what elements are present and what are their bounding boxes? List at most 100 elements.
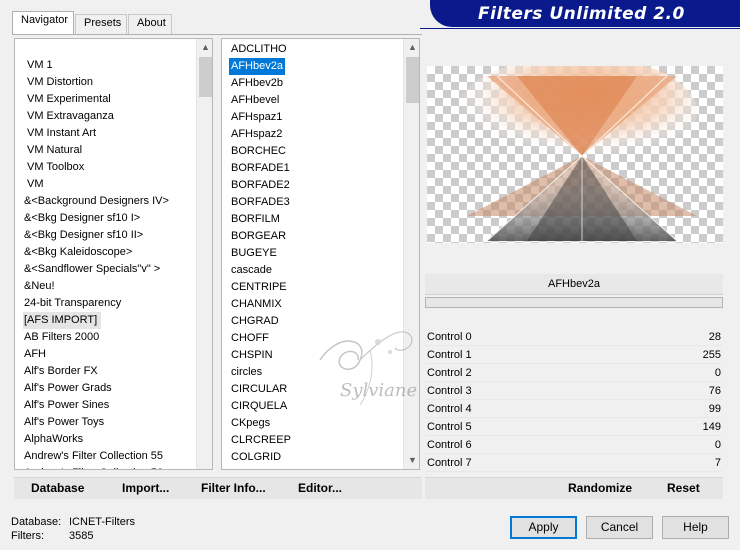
filter-item[interactable]: BORCHEC — [229, 143, 295, 160]
help-button[interactable]: Help — [662, 516, 729, 539]
filter-item[interactable]: BORGEAR — [229, 228, 295, 245]
control-value: 0 — [714, 439, 721, 451]
category-item[interactable]: VM — [23, 176, 169, 193]
app-title: Filters Unlimited 2.0 — [478, 4, 685, 24]
category-item[interactable]: VM Experimental — [23, 91, 169, 108]
control-value: 99 — [708, 403, 721, 415]
category-item[interactable]: &<Bkg Kaleidoscope> — [23, 244, 169, 261]
category-item[interactable]: VM Natural — [23, 142, 169, 159]
filter-item[interactable]: AFHspaz1 — [229, 109, 295, 126]
control-row[interactable]: Control 6 0 — [425, 436, 723, 454]
tab-label: About — [137, 17, 166, 29]
tab-about[interactable]: About — [128, 14, 172, 34]
watermark: Sylviane — [300, 320, 440, 420]
category-item[interactable]: &Neu! — [23, 278, 169, 295]
control-row[interactable]: Control 20 — [425, 364, 723, 382]
filter-item[interactable]: COLGRADS — [229, 466, 295, 469]
category-item[interactable]: VM 1 — [23, 57, 169, 74]
control-row[interactable]: Control 5 149 — [425, 418, 723, 436]
filter-item[interactable]: CHANMIX — [229, 296, 295, 313]
filter-item[interactable]: circles — [229, 364, 295, 381]
filter-item[interactable]: COLGRID — [229, 449, 295, 466]
control-row[interactable]: Control 7 7 — [425, 454, 723, 472]
scroll-thumb[interactable] — [199, 57, 212, 97]
control-label: Control 7 — [427, 457, 472, 469]
category-item[interactable]: VM Extravaganza — [23, 108, 169, 125]
control-value: 149 — [702, 421, 721, 433]
filter-item[interactable]: AFHbevel — [229, 92, 295, 109]
filter-item[interactable]: AFHbev2a — [229, 58, 285, 75]
tab-label: Presets — [84, 17, 122, 29]
category-item[interactable]: &<Bkg Designer sf10 II> — [23, 227, 169, 244]
cancel-button[interactable]: Cancel — [586, 516, 653, 539]
category-item[interactable]: AlphaWorks — [23, 431, 169, 448]
filter-item[interactable]: BORFILM — [229, 211, 295, 228]
filter-name-header: AFHbev2a — [425, 274, 723, 295]
filter-item[interactable]: CHOFF — [229, 330, 295, 347]
category-item[interactable]: &<Sandflower Specials"v" > — [23, 261, 169, 278]
control-row[interactable]: Control 4 99 — [425, 400, 723, 418]
watermark-flourish-icon — [319, 331, 413, 406]
category-item[interactable]: 24-bit Transparency — [23, 295, 169, 312]
banner-line — [420, 28, 740, 29]
filter-item[interactable]: cascade — [229, 262, 295, 279]
category-item[interactable]: AFH — [23, 346, 169, 363]
category-scrollbar[interactable]: ▲ — [196, 39, 212, 469]
filter-item[interactable]: CENTRIPE — [229, 279, 295, 296]
apply-button[interactable]: Apply — [510, 516, 577, 539]
preview-image — [427, 66, 723, 243]
tab-navigator[interactable]: Navigator — [12, 11, 74, 35]
filter-item[interactable]: CIRCULAR — [229, 381, 295, 398]
category-item[interactable]: Andrew's Filter Collection 55 — [23, 448, 169, 465]
category-item[interactable]: Alf's Power Grads — [23, 380, 169, 397]
randomize-button[interactable]: Randomize — [568, 481, 632, 495]
filter-item[interactable]: CHSPIN — [229, 347, 295, 364]
control-label: Control 6 — [427, 439, 472, 451]
control-row[interactable]: Control 3 76 — [425, 382, 723, 400]
reset-button[interactable]: Reset — [667, 481, 700, 495]
filters-count-label: Filters: — [11, 530, 44, 542]
category-item[interactable]: &<Background Designers IV> — [23, 193, 169, 210]
watermark-text: Sylviane — [340, 380, 418, 401]
import-button[interactable]: Import... — [122, 481, 169, 495]
filter-item[interactable]: BUGEYE — [229, 245, 295, 262]
filter-item[interactable]: AFHbev2b — [229, 75, 295, 92]
control-value: 76 — [708, 385, 721, 397]
editor-button[interactable]: Editor... — [298, 481, 342, 495]
filter-item[interactable]: BORFADE3 — [229, 194, 295, 211]
filter-item[interactable]: CLRCREEP — [229, 432, 295, 449]
category-item[interactable]: VM Distortion — [23, 74, 169, 91]
control-row[interactable]: Control 0 28 — [425, 328, 723, 346]
category-item[interactable]: Alf's Power Sines — [23, 397, 169, 414]
filter-item[interactable]: ADCLITHO — [229, 41, 295, 58]
scroll-down-icon[interactable]: ▼ — [404, 452, 419, 469]
filter-item[interactable]: BORFADE1 — [229, 160, 295, 177]
category-item[interactable]: Alf's Border FX — [23, 363, 169, 380]
category-item[interactable]: Andrew's Filter Collection 56 — [23, 465, 169, 469]
progress-bar — [425, 297, 723, 308]
category-item[interactable]: AB Filters 2000 — [23, 329, 169, 346]
filter-item[interactable]: AFHspaz2 — [229, 126, 295, 143]
scroll-thumb[interactable] — [406, 57, 419, 103]
filter-item[interactable]: CIRQUELA — [229, 398, 295, 415]
category-item[interactable]: VM Instant Art — [23, 125, 169, 142]
scroll-up-icon[interactable]: ▲ — [404, 39, 419, 56]
category-item[interactable]: Alf's Power Toys — [23, 414, 169, 431]
filter-info-button[interactable]: Filter Info... — [201, 481, 266, 495]
category-list[interactable]: VM 1 VM Distortion VM Experimental VM Extra… — [14, 38, 213, 470]
category-item[interactable]: &<Bkg Designer sf10 I> — [23, 210, 169, 227]
tab-divider — [12, 34, 422, 35]
control-value: 28 — [708, 331, 721, 343]
category-item[interactable]: VM Toolbox — [23, 159, 169, 176]
filter-item[interactable]: CKpegs — [229, 415, 295, 432]
database-button[interactable]: Database — [31, 481, 84, 495]
category-item[interactable]: [AFS IMPORT] — [23, 312, 102, 329]
control-value: 7 — [714, 457, 721, 469]
scroll-up-icon[interactable]: ▲ — [197, 39, 212, 56]
filter-item[interactable]: BORFADE2 — [229, 177, 295, 194]
tab-presets[interactable]: Presets — [75, 14, 127, 34]
database-value: ICNET-Filters — [69, 516, 135, 528]
control-row[interactable]: Control 1 255 — [425, 346, 723, 364]
filter-item[interactable]: CHGRAD — [229, 313, 295, 330]
database-label: Database: — [11, 516, 62, 528]
